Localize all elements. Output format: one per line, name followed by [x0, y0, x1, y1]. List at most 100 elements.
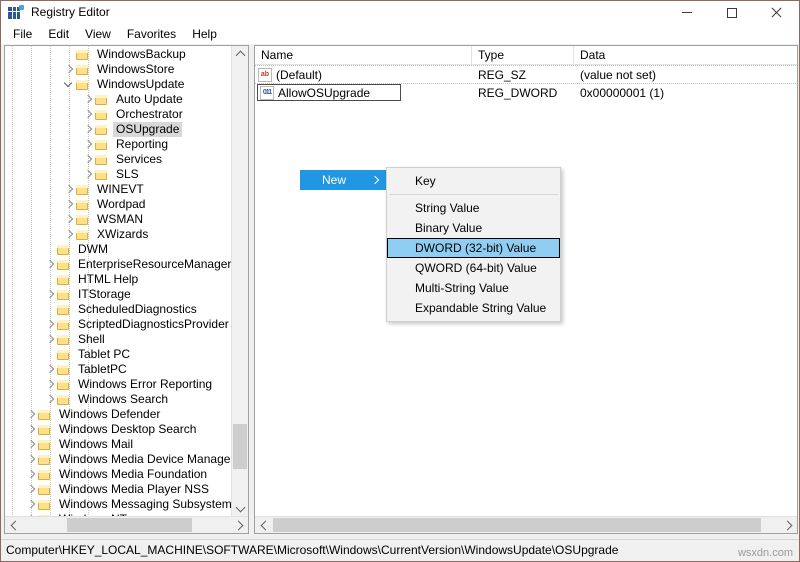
- tree-item-label: WindowsStore: [97, 62, 175, 76]
- tree-item-windows-media-device-manager[interactable]: Windows Media Device Manager: [5, 452, 232, 467]
- values-scroll-right-button[interactable]: [780, 517, 797, 533]
- tree-scroll-up-button[interactable]: [232, 46, 248, 63]
- tree-expander-collapsed-icon[interactable]: [81, 152, 94, 167]
- tree-expander-collapsed-icon[interactable]: [81, 167, 94, 182]
- submenu-item-dword-32-bit-value[interactable]: DWORD (32-bit) Value: [387, 238, 560, 258]
- tree-scroll-down-button[interactable]: [232, 500, 248, 517]
- tree-item-label: Wordpad: [97, 197, 146, 211]
- tree-item-orchestrator[interactable]: Orchestrator: [5, 107, 232, 122]
- submenu-item-qword-64-bit-value[interactable]: QWORD (64-bit) Value: [387, 258, 560, 278]
- tree-expander-collapsed-icon[interactable]: [62, 62, 75, 77]
- tree-expander-collapsed-icon[interactable]: [81, 107, 94, 122]
- tree-expander-collapsed-icon[interactable]: [24, 422, 37, 437]
- tree-expander-collapsed-icon[interactable]: [43, 257, 56, 272]
- tree-item-tabletpc[interactable]: TabletPC: [5, 362, 232, 377]
- maximize-button[interactable]: [709, 1, 754, 24]
- tree-item-windows-defender[interactable]: Windows Defender: [5, 407, 232, 422]
- tree-item-services[interactable]: Services: [5, 152, 232, 167]
- tree-expander-collapsed-icon[interactable]: [81, 92, 94, 107]
- values-horizontal-scrollbar[interactable]: [255, 516, 797, 533]
- tree-item-windowsstore[interactable]: WindowsStore: [5, 62, 232, 77]
- tree-item-windows-media-foundation[interactable]: Windows Media Foundation: [5, 467, 232, 482]
- tree-expander-collapsed-icon[interactable]: [43, 317, 56, 332]
- menu-item-file[interactable]: File: [5, 25, 40, 44]
- tree-item-enterpriseresourcemanager[interactable]: EnterpriseResourceManager: [5, 257, 232, 272]
- submenu-item-multi-string-value[interactable]: Multi-String Value: [387, 278, 560, 298]
- tree-item-windows-desktop-search[interactable]: Windows Desktop Search: [5, 422, 232, 437]
- tree-item-xwizards[interactable]: XWizards: [5, 227, 232, 242]
- tree-item-dwm[interactable]: DWM: [5, 242, 232, 257]
- table-row[interactable]: 011 AllowOSUpgrade REG_DWORD 0x00000001 …: [255, 84, 797, 101]
- context-menu-item-new[interactable]: New: [300, 170, 386, 190]
- submenu-item-key[interactable]: Key: [387, 171, 560, 191]
- tree-item-windowsupdate[interactable]: WindowsUpdate: [5, 77, 232, 92]
- tree-item-reporting[interactable]: Reporting: [5, 137, 232, 152]
- tree-expander-collapsed-icon[interactable]: [81, 122, 94, 137]
- tree-item-windows-messaging-subsystem[interactable]: Windows Messaging Subsystem: [5, 497, 232, 512]
- tree-scroll-right-button[interactable]: [231, 517, 248, 533]
- tree-expander-collapsed-icon[interactable]: [24, 452, 37, 467]
- menu-item-view[interactable]: View: [77, 25, 119, 44]
- new-value-submenu[interactable]: Key String Value Binary Value DWORD (32-bit…: [386, 167, 561, 322]
- tree-item-label: WindowsUpdate: [97, 77, 185, 91]
- submenu-item-binary-value[interactable]: Binary Value: [387, 218, 560, 238]
- tree-expander-collapsed-icon[interactable]: [24, 437, 37, 452]
- tree-expander-collapsed-icon[interactable]: [24, 467, 37, 482]
- tree-item-auto-update[interactable]: Auto Update: [5, 92, 232, 107]
- tree-item-scheduleddiagnostics[interactable]: ScheduledDiagnostics: [5, 302, 232, 317]
- tree-expander-expanded-icon[interactable]: [62, 77, 75, 92]
- submenu-item-expandable-string-value[interactable]: Expandable String Value: [387, 298, 560, 318]
- tree-expander-collapsed-icon[interactable]: [43, 287, 56, 302]
- tree-expander-collapsed-icon[interactable]: [62, 212, 75, 227]
- tree-item-shell[interactable]: Shell: [5, 332, 232, 347]
- tree-item-label: WindowsBackup: [97, 47, 186, 61]
- values-hscroll-thumb[interactable]: [273, 518, 761, 532]
- menu-item-edit[interactable]: Edit: [40, 25, 77, 44]
- tree-item-winevt[interactable]: WINEVT: [5, 182, 232, 197]
- values-scroll-left-button[interactable]: [255, 517, 272, 533]
- tree-item-windowsbackup[interactable]: WindowsBackup: [5, 47, 232, 62]
- tree-expander-collapsed-icon[interactable]: [62, 227, 75, 242]
- value-name-edit-box[interactable]: 011 AllowOSUpgrade: [257, 84, 402, 101]
- tree-item-wsman[interactable]: WSMAN: [5, 212, 232, 227]
- registry-tree[interactable]: WindowsBackup WindowsStore WindowsUpdate Au…: [5, 46, 232, 517]
- registry-icon: [8, 4, 24, 21]
- tree-item-label: Windows Media Player NSS: [59, 482, 210, 496]
- menu-item-favorites[interactable]: Favorites: [119, 25, 184, 44]
- minimize-button[interactable]: [664, 1, 709, 24]
- tree-horizontal-scrollbar[interactable]: [5, 516, 248, 533]
- tree-vertical-scrollbar[interactable]: [231, 46, 248, 517]
- table-row[interactable]: ab (Default) REG_SZ (value not set): [255, 66, 797, 83]
- menu-item-help[interactable]: Help: [184, 25, 225, 44]
- tree-item-tablet-pc[interactable]: Tablet PC: [5, 347, 232, 362]
- column-header-name[interactable]: Name: [255, 46, 472, 65]
- tree-item-windows-search[interactable]: Windows Search: [5, 392, 232, 407]
- registry-editor-window: Registry Editor File Edit View Favorites…: [0, 0, 800, 562]
- tree-expander-collapsed-icon[interactable]: [62, 197, 75, 212]
- tree-expander-collapsed-icon[interactable]: [24, 497, 37, 512]
- tree-item-sls[interactable]: SLS: [5, 167, 232, 182]
- tree-expander-collapsed-icon[interactable]: [24, 407, 37, 422]
- tree-item-windows-error-reporting[interactable]: Windows Error Reporting: [5, 377, 232, 392]
- tree-scroll-left-button[interactable]: [5, 517, 22, 533]
- tree-expander-collapsed-icon[interactable]: [81, 137, 94, 152]
- tree-item-html-help[interactable]: HTML Help: [5, 272, 232, 287]
- tree-expander-collapsed-icon[interactable]: [43, 392, 56, 407]
- tree-item-osupgrade[interactable]: OSUpgrade: [5, 122, 232, 137]
- column-header-data[interactable]: Data: [574, 46, 797, 65]
- tree-expander-collapsed-icon[interactable]: [43, 362, 56, 377]
- tree-hscroll-thumb[interactable]: [67, 518, 192, 532]
- tree-item-itstorage[interactable]: ITStorage: [5, 287, 232, 302]
- tree-expander-collapsed-icon[interactable]: [43, 332, 56, 347]
- tree-vscroll-thumb[interactable]: [233, 424, 247, 469]
- tree-item-wordpad[interactable]: Wordpad: [5, 197, 232, 212]
- tree-item-windows-mail[interactable]: Windows Mail: [5, 437, 232, 452]
- tree-expander-collapsed-icon[interactable]: [62, 182, 75, 197]
- tree-item-windows-media-player-nss[interactable]: Windows Media Player NSS: [5, 482, 232, 497]
- close-button[interactable]: [754, 1, 799, 24]
- tree-item-scripteddiagnosticsprovider[interactable]: ScriptedDiagnosticsProvider: [5, 317, 232, 332]
- tree-expander-collapsed-icon[interactable]: [43, 377, 56, 392]
- column-header-type[interactable]: Type: [472, 46, 574, 65]
- submenu-item-string-value[interactable]: String Value: [387, 198, 560, 218]
- tree-expander-collapsed-icon[interactable]: [24, 482, 37, 497]
